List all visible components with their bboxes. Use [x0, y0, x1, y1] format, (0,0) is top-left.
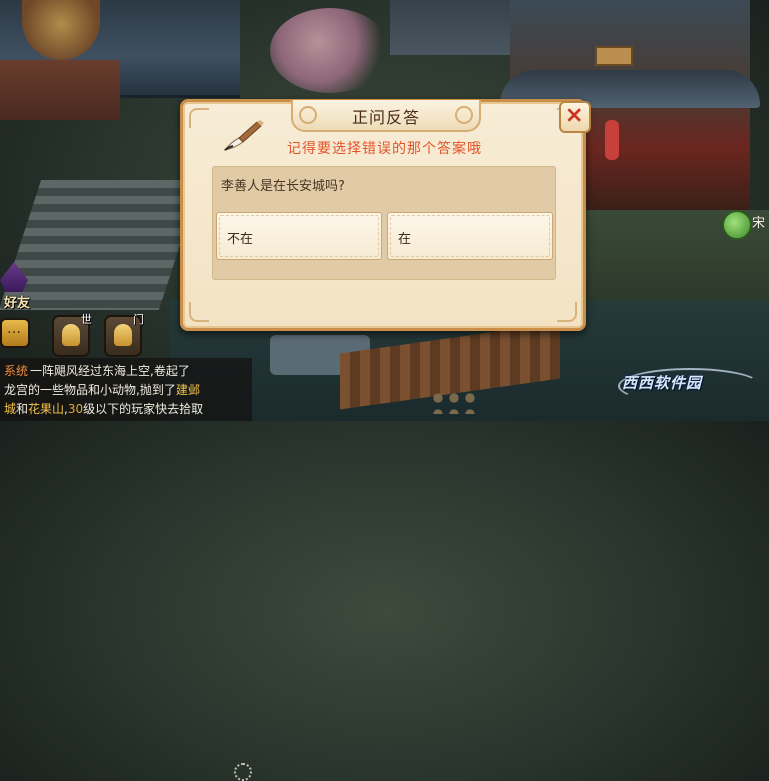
close-button[interactable]: ✕	[559, 101, 591, 133]
chat-line: 系统 一阵飓风经过东海上空,卷起了	[4, 362, 190, 379]
chat-level: 30	[67, 402, 84, 416]
answer-option-label: 在	[398, 232, 412, 247]
chat-text: 一阵飓风经过东海上空,卷起了	[30, 364, 190, 378]
mic-world-icon	[62, 324, 80, 346]
chat-link-location[interactable]: 建邺	[176, 383, 200, 397]
brush-icon	[223, 120, 264, 151]
chat-line: 龙宫的一些物品和小动物,抛到了建邺	[4, 381, 200, 398]
chat-text: 级以下的玩家快去拾取	[83, 402, 204, 416]
scene-stone-stairs	[0, 180, 202, 310]
mic-world-button[interactable]: 世	[52, 313, 92, 357]
answer-option-label: 不在	[227, 232, 254, 247]
dialog-title: 正问反答	[351, 108, 420, 127]
quiz-hint: 记得要选择错误的那个答案哦	[287, 141, 482, 157]
scene-red-lantern	[605, 120, 619, 160]
chat-icon[interactable]	[0, 318, 30, 348]
watermark-logo: 西西软件园	[622, 374, 703, 392]
team-channel-tag: 门	[133, 313, 144, 326]
chat-text: 龙宫的一些物品和小动物,抛到了	[4, 383, 176, 397]
close-icon: ✕	[565, 104, 584, 129]
answer-option-yes[interactable]: 在	[387, 212, 553, 260]
chat-link-location[interactable]: 城	[4, 402, 16, 416]
dialog-title-plate: 正问反答	[291, 100, 481, 132]
scene-temple-plaque	[595, 46, 633, 66]
question-panel: 李善人是在长安城吗? 不在 在	[212, 166, 556, 280]
answer-option-no[interactable]: 不在	[216, 212, 382, 260]
mic-team-button[interactable]: 门	[104, 313, 144, 357]
chat-panel[interactable]: 系统 一阵飓风经过东海上空,卷起了 龙宫的一些物品和小动物,抛到了建邺 城和花果山…	[0, 358, 252, 781]
question-text: 李善人是在长安城吗?	[221, 179, 345, 194]
world-channel-tag: 世	[81, 313, 92, 326]
dialog-corner-ornament	[189, 108, 209, 128]
scene-plum-blossom-tree	[270, 8, 390, 93]
scene-pots	[430, 390, 480, 414]
settings-icon[interactable]	[234, 763, 252, 781]
friends-label[interactable]: 好友	[4, 292, 30, 311]
mic-team-icon	[114, 324, 132, 346]
chat-link-location[interactable]: 花果山	[28, 402, 64, 416]
system-tag: 系统	[4, 364, 29, 378]
npc-name-fragment[interactable]: 宋	[752, 212, 765, 231]
chat-line: 城和花果山,30级以下的玩家快去拾取	[4, 400, 203, 417]
quiz-dialog: 正问反答 记得要选择错误的那个答案哦 ✕ 李善人是在长安城吗? 不在 在	[180, 99, 591, 331]
dialog-corner-ornament	[189, 302, 209, 322]
dialog-corner-ornament	[557, 302, 577, 322]
scene-wall-left	[0, 60, 120, 120]
jade-orb-icon[interactable]	[722, 210, 752, 240]
chat-text: 和	[16, 402, 29, 416]
